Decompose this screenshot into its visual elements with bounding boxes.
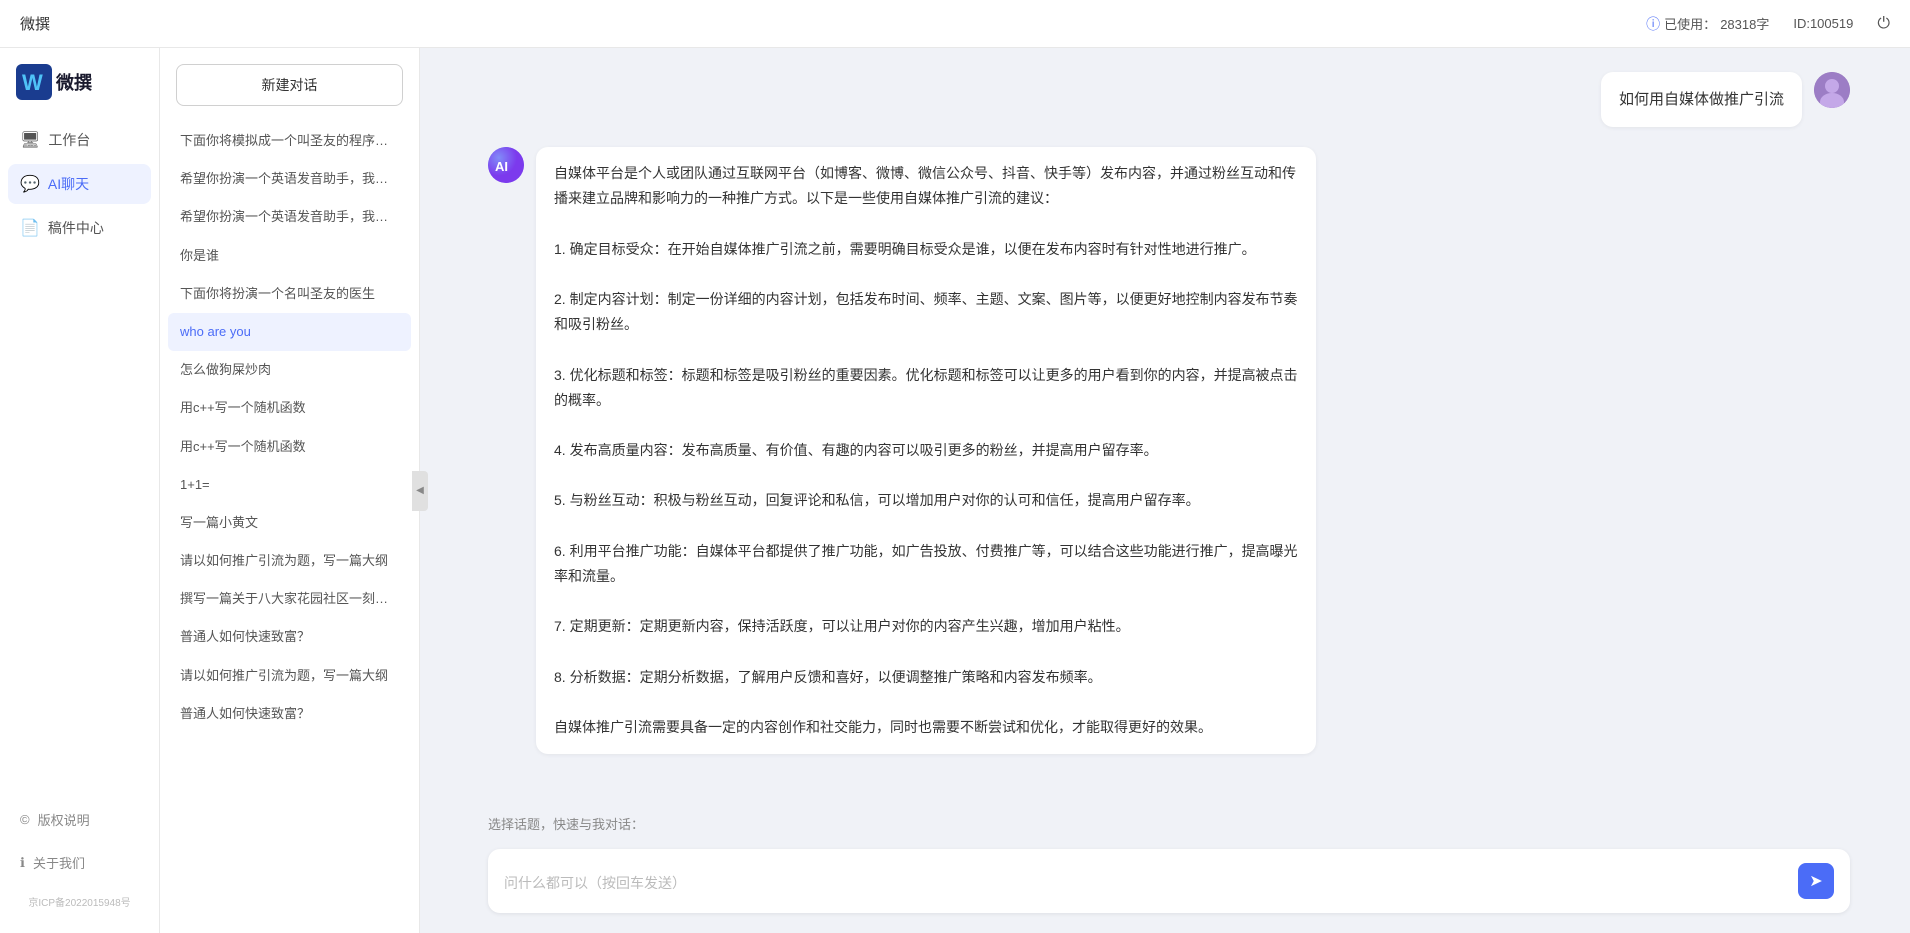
sidebar-item-about[interactable]: ℹ 关于我们 [8,843,151,882]
chat-messages: 如何用自媒体做推广引流 [428,48,1910,806]
sidebar-nav: 🖥 工作台 💬 AI聊天 📄 稿件中心 [0,120,159,800]
send-button[interactable]: ➤ [1798,863,1834,899]
draft-icon: 📄 [20,218,40,238]
history-item[interactable]: 希望你扮演一个英语发音助手，我提供给你... [168,160,411,198]
ai-message-content: 自媒体平台是个人或团队通过互联网平台（如博客、微博、微信公众号、抖音、快手等）发… [536,147,1316,754]
user-avatar [1814,72,1850,108]
history-item[interactable]: 普通人如何快速致富？ [168,618,411,656]
history-item[interactable]: 希望你扮演一个英语发音助手，我提供给你... [168,198,411,236]
sidebar-label-ai-chat: AI聊天 [48,174,89,194]
ai-chat-icon: 💬 [20,174,40,194]
history-item[interactable]: 请以如何推广引流为题，写一篇大纲 [168,657,411,695]
sidebar-bottom: © 版权说明 ℹ 关于我们 京ICP备2022015948号 [0,800,159,917]
quick-topics-label: 选择话题，快速与我对话： [488,817,644,832]
history-item[interactable]: 怎么做狗屎炒肉 [168,351,411,389]
usage-label: 已使用： [1664,14,1716,33]
history-list: 下面你将模拟成一个叫圣友的程序员，我说... 希望你扮演一个英语发音助手，我提供… [160,122,419,933]
history-item[interactable]: 写一篇小黄文 [168,504,411,542]
history-item[interactable]: 请以如何推广引流为题，写一篇大纲 [168,542,411,580]
sidebar-label-copyright: 版权说明 [38,810,90,829]
user-avatar-icon [1814,72,1850,108]
topbar-usage: ⓘ 已使用： 28318字 [1646,14,1769,34]
topbar-title: 微撰 [20,13,1646,34]
history-item[interactable]: 普通人如何快速致富？ [168,695,411,733]
workbench-icon: 🖥 [20,130,40,150]
history-item[interactable]: 用c++写一个随机函数 [168,389,411,427]
new-conversation-button[interactable]: 新建对话 [176,64,403,106]
quick-topics: 选择话题，快速与我对话： [428,806,1910,837]
collapse-panel-button[interactable]: ◀ [412,471,428,511]
history-panel: 新建对话 下面你将模拟成一个叫圣友的程序员，我说... 希望你扮演一个英语发音助… [160,48,420,933]
topbar-right: ⓘ 已使用： 28318字 ID:100519 ⏻ [1646,14,1890,34]
svg-text:W: W [22,70,43,95]
ai-message-text: 自媒体平台是个人或团队通过互联网平台（如博客、微博、微信公众号、抖音、快手等）发… [554,165,1298,735]
usage-icon: ⓘ [1646,14,1660,34]
sidebar: W 微撰 🖥 工作台 💬 AI聊天 📄 稿件中心 © 版权说明 [0,48,160,933]
chat-input[interactable] [504,873,1790,889]
history-item-active[interactable]: who are you [168,313,411,351]
topbar: 微撰 ⓘ 已使用： 28318字 ID:100519 ⏻ [0,0,1910,48]
sidebar-label-workbench: 工作台 [48,130,90,150]
main-layout: W 微撰 🖥 工作台 💬 AI聊天 📄 稿件中心 © 版权说明 [0,48,1910,933]
logo-text: 微撰 [56,69,92,95]
user-message-text: 如何用自媒体做推广引流 [1619,91,1784,108]
ai-avatar: AI [488,147,524,183]
history-item[interactable]: 下面你将扮演一个名叫圣友的医生 [168,275,411,313]
input-area: ➤ [428,837,1910,933]
icp-text: 京ICP备2022015948号 [8,886,151,917]
sidebar-item-copyright[interactable]: © 版权说明 [8,800,151,839]
sidebar-item-workbench[interactable]: 🖥 工作台 [8,120,151,160]
sidebar-item-draft[interactable]: 📄 稿件中心 [8,208,151,248]
sidebar-label-draft: 稿件中心 [48,218,104,238]
sidebar-logo: W 微撰 [0,64,159,120]
input-box: ➤ [488,849,1850,913]
message-row-assistant: AI 自媒体平台是个人或团队通过互联网平台（如博客、微博、微信公众号、抖音、快手… [488,147,1850,754]
topbar-id: ID:100519 [1793,16,1853,31]
sidebar-label-about: 关于我们 [33,853,85,872]
message-row-user: 如何用自媒体做推广引流 [488,72,1850,127]
history-item[interactable]: 用c++写一个随机函数 [168,428,411,466]
logo-icon: W [16,64,52,100]
history-item[interactable]: 1+1= [168,466,411,504]
copyright-icon: © [20,812,30,827]
chat-area: 如何用自媒体做推广引流 [428,48,1910,933]
about-icon: ℹ [20,855,25,871]
usage-value: 28318字 [1720,14,1769,33]
sidebar-item-ai-chat[interactable]: 💬 AI聊天 [8,164,151,204]
history-item[interactable]: 撰写一篇关于八大家花园社区一刻钟便民生... [168,580,411,618]
ai-avatar-icon: AI [488,147,524,183]
logout-icon[interactable]: ⏻ [1877,15,1890,33]
history-item[interactable]: 下面你将模拟成一个叫圣友的程序员，我说... [168,122,411,160]
user-message-content: 如何用自媒体做推广引流 [1601,72,1802,127]
svg-text:AI: AI [495,159,508,174]
history-item[interactable]: 你是谁 [168,237,411,275]
send-icon: ➤ [1809,871,1822,891]
